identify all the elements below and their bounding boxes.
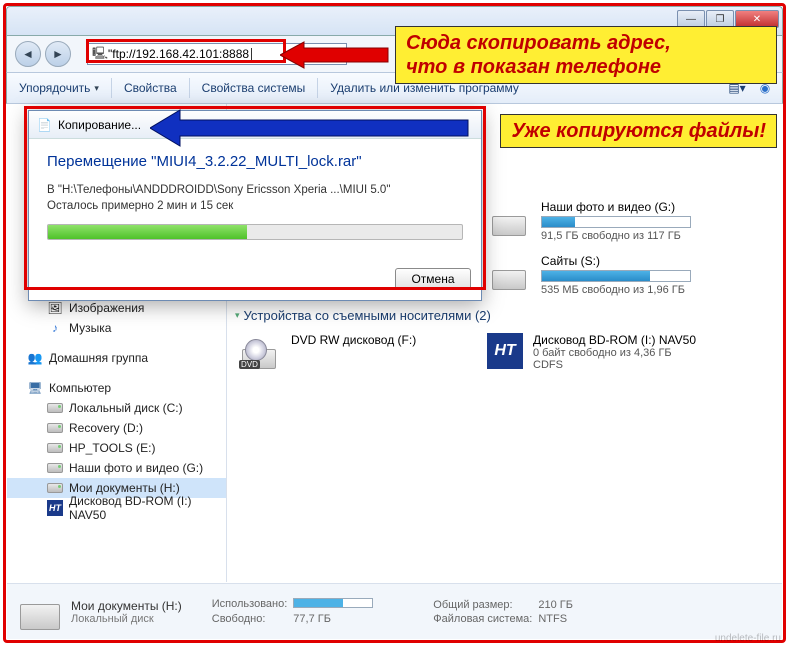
sidebar-drive-d[interactable]: Recovery (D:) [7,418,226,438]
sidebar-drive-bd[interactable]: HTДисковод BD-ROM (I:) NAV50 [7,498,226,518]
organize-menu[interactable]: Упорядочить [7,73,111,103]
system-properties-button[interactable]: Свойства системы [190,73,318,103]
cancel-button[interactable]: Отмена [395,268,471,290]
progress-bar [47,224,463,240]
sidebar-homegroup[interactable]: 👥Домашняя группа [7,348,226,368]
drive-item[interactable]: Наши фото и видео (G:) 91,5 ГБ свободно … [477,194,727,248]
copy-heading: Перемещение "MIUI4_3.2.22_MULTI_lock.rar… [47,153,463,170]
annotation-text-2: Уже копируются файлы! [500,114,777,148]
drive-free: 91,5 ГБ свободно из 117 ГБ [541,230,721,242]
ht-icon: HT [487,333,523,369]
properties-button[interactable]: Свойства [112,73,189,103]
status-name: Мои документы (H:) [71,599,182,613]
drive-item[interactable]: Сайты (S:) 535 МБ свободно из 1,96 ГБ [477,248,727,302]
hdd-icon [487,200,531,236]
back-button[interactable]: ◄ [15,41,41,67]
drive-free: 535 МБ свободно из 1,96 ГБ [541,284,721,296]
copy-remaining: Осталось примерно 2 мин и 15 сек [47,198,463,214]
copy-path: В "H:\Телефоны\ANDDDROIDD\Sony Ericsson … [47,182,463,198]
forward-button[interactable]: ► [45,41,71,67]
sidebar-music[interactable]: ♪Музыка [7,318,226,338]
drive-name: Наши фото и видео (G:) [541,200,721,214]
sidebar-computer[interactable]: 🖥Компьютер [7,378,226,398]
dvd-icon: DVD [237,333,281,369]
copy-title-text: Копирование... [58,118,141,132]
drive-bd[interactable]: HT Дисковод BD-ROM (I:) NAV50 0 байт сво… [477,327,727,377]
status-bar: Мои документы (H:) Локальный диск Исполь… [7,583,782,639]
address-text: "ftp://192.168.42.101:8888 [108,47,249,61]
hdd-icon [15,594,65,630]
section-removable[interactable]: ▾Устройства со съемными носителями (2) [227,302,782,327]
watermark: undelete-file.ru [715,633,781,644]
drive-name: Сайты (S:) [541,254,721,268]
sidebar-drive-c[interactable]: Локальный диск (C:) [7,398,226,418]
sidebar-drive-g[interactable]: Наши фото и видео (G:) [7,458,226,478]
arrow-blue-icon [150,108,470,148]
drive-dvd[interactable]: DVD DVD RW дисковод (F:) [227,327,477,377]
sidebar-drive-e[interactable]: HP_TOOLS (E:) [7,438,226,458]
status-type: Локальный диск [71,613,182,625]
hdd-icon [487,254,531,290]
copy-icon: 📄 [37,118,52,132]
annotation-text-1: Сюда скопировать адрес, что в показан те… [395,26,777,84]
arrow-red-icon [280,38,390,72]
